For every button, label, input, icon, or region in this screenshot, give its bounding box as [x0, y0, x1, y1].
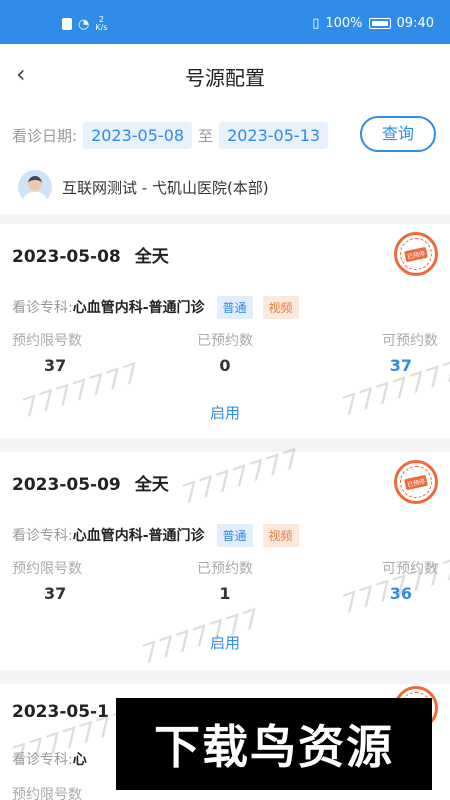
schedule-period: 全天	[134, 247, 169, 267]
dept-name: 心血管内科-普通门诊	[72, 300, 205, 316]
stamp-text: 已预停	[404, 246, 428, 262]
filter-panel: 看诊日期: 2023-05-08 至 2023-05-13 查询 互联网测试 -…	[0, 104, 450, 214]
status-right: ▯ 100% 09:40	[312, 16, 434, 31]
dept-row: 看诊专科: 心血管内科-普通门诊 普通 视频	[12, 522, 309, 548]
bluetooth-icon	[62, 18, 72, 30]
avatar-body	[23, 192, 47, 204]
date-separator: 至	[198, 126, 214, 145]
schedule-period: 全天	[134, 475, 169, 495]
clock: 09:40	[396, 16, 434, 31]
vibrate-icon: ▯	[312, 16, 320, 31]
schedule-date-line: 2023-05-1	[12, 702, 109, 722]
stat-limit: 预约限号数 37	[12, 558, 132, 603]
stat-available: 可预约数 37	[318, 330, 438, 375]
page-title: 号源配置	[185, 66, 265, 90]
stopped-stamp-icon: 已预停	[394, 232, 438, 276]
start-date-picker[interactable]: 2023-05-08	[83, 121, 193, 149]
battery-icon	[368, 18, 391, 29]
end-date-picker[interactable]: 2023-05-13	[219, 121, 329, 149]
schedule-card: 2023-05-08 全天 已预停 看诊专科: 心血管内科-普通门诊 普通 视频 …	[0, 224, 450, 438]
dept-name: 心血管内科-普通门诊	[72, 528, 205, 544]
stopped-stamp-icon: 已预停	[394, 460, 438, 504]
stat-limit-value: 37	[44, 356, 67, 375]
dept-label: 看诊专科:	[12, 300, 73, 316]
status-bar: ◔ 2 K/s ▯ 100% 09:40	[0, 0, 450, 44]
schedule-card: 2023-05-09 全天 已预停 看诊专科: 心血管内科-普通门诊 普通 视频 …	[0, 444, 450, 670]
stat-available-value: 36	[389, 584, 412, 603]
stat-booked-value: 0	[219, 356, 231, 375]
stamp-text: 已预停	[404, 474, 428, 490]
stat-limit-value: 37	[44, 584, 67, 603]
schedule-date: 2023-05-09	[12, 475, 121, 495]
network-speed: 2 K/s	[95, 15, 108, 32]
stat-available-label: 可预约数	[382, 561, 438, 577]
date-label: 看诊日期:	[12, 126, 78, 145]
enable-button[interactable]: 启用	[0, 402, 450, 423]
dept-label: 看诊专科:	[12, 528, 73, 544]
stat-booked: 已预约数 0	[165, 330, 285, 375]
stamp-ring: 已预停	[400, 466, 432, 498]
stat-limit: 预约限号数 37	[12, 330, 132, 375]
watermark: 7777777	[178, 443, 305, 511]
stat-booked-label: 已预约数	[197, 333, 253, 349]
schedule-date: 2023-05-08	[12, 247, 121, 267]
battery-percent: 100%	[325, 16, 363, 31]
stat-booked-value: 1	[219, 584, 231, 603]
tag-normal: 普通	[216, 295, 253, 319]
status-left: ◔ 2 K/s	[62, 16, 107, 32]
stamp-ring: 已预停	[400, 238, 432, 270]
stat-available: 可预约数 36	[318, 558, 438, 603]
tag-video: 视频	[262, 295, 299, 319]
stat-available-value: 37	[389, 356, 412, 375]
stat-available-label: 可预约数	[382, 333, 438, 349]
stat-limit: 预约限号数	[12, 784, 132, 800]
stat-booked-label: 已预约数	[197, 561, 253, 577]
date-range-row: 看诊日期: 2023-05-08 至 2023-05-13	[12, 120, 329, 150]
stat-limit-label: 预约限号数	[12, 561, 82, 577]
query-button[interactable]: 查询	[360, 116, 436, 152]
dept-row: 看诊专科: 心血管内科-普通门诊 普通 视频	[12, 294, 309, 320]
wifi-icon: ◔	[78, 16, 90, 32]
stat-limit-label: 预约限号数	[12, 333, 82, 349]
schedule-date-line: 2023-05-09 全天	[12, 470, 169, 495]
hospital-name: 互联网测试 - 弋矶山医院(本部)	[62, 178, 269, 197]
schedule-date-line: 2023-05-08 全天	[12, 242, 169, 267]
dept-row: 看诊专科: 心	[12, 746, 99, 772]
nav-bar: ‹ 号源配置	[0, 44, 450, 104]
stat-booked: 已预约数 1	[165, 558, 285, 603]
download-banner[interactable]: 下载鸟资源	[116, 698, 432, 790]
schedule-date: 2023-05-1	[12, 702, 109, 722]
enable-button[interactable]: 启用	[0, 632, 450, 653]
avatar	[18, 170, 52, 204]
tag-video: 视频	[262, 523, 299, 547]
avatar-head	[28, 176, 42, 191]
doctor-row: 互联网测试 - 弋矶山医院(本部)	[18, 170, 269, 204]
dept-label: 看诊专科:	[12, 752, 73, 768]
dept-name: 心	[72, 752, 87, 768]
stat-limit-label: 预约限号数	[12, 787, 82, 800]
tag-normal: 普通	[216, 523, 253, 547]
